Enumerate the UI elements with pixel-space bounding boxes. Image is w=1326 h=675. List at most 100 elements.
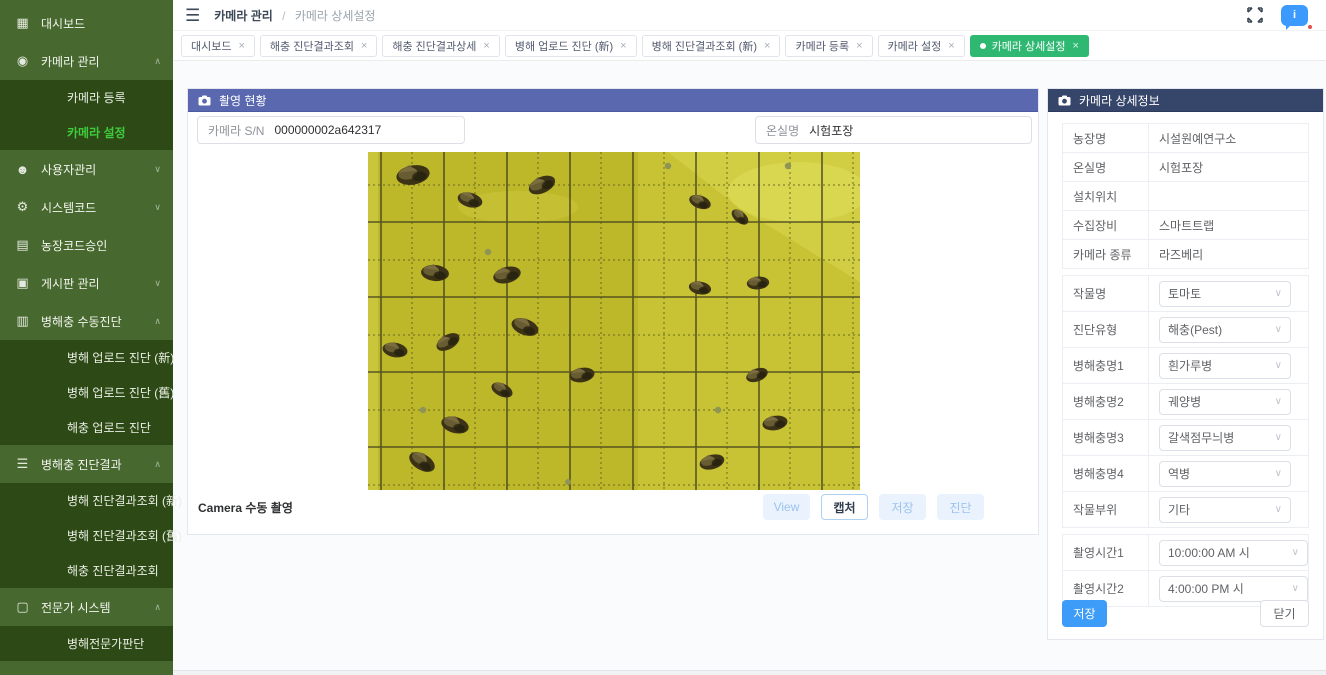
tab-pest-result-detail[interactable]: 해충 진단결과상세 ×: [382, 35, 499, 57]
sidebar-item-label: 시스템코드: [41, 199, 96, 216]
time-select-box[interactable]: 10:00:00 AM 시 ∨: [1159, 540, 1308, 566]
select-label: 병해충명3: [1063, 420, 1149, 455]
button-label: 진단: [949, 499, 971, 516]
menu-icon: ☻: [14, 162, 31, 177]
sidebar-subitem-camera-settings[interactable]: 카메라 설정: [0, 115, 173, 150]
select-box[interactable]: 갈색점무늬병 ∨: [1159, 425, 1291, 451]
fullscreen-icon[interactable]: [1247, 7, 1263, 23]
tab-disease-result-new[interactable]: 병해 진단결과조회 (新) ×: [642, 35, 781, 57]
select-label: 작물부위: [1063, 492, 1149, 527]
tab-disease-upload-new[interactable]: 병해 업로드 진단 (新) ×: [505, 35, 637, 57]
chevron-icon: ∧: [154, 316, 161, 327]
tab-close-icon[interactable]: ×: [856, 40, 862, 52]
select-box[interactable]: 궤양병 ∨: [1159, 389, 1291, 415]
select-label: 진단유형: [1063, 312, 1149, 347]
sidebar-subitem-pest-upload[interactable]: 해충 업로드 진단: [0, 410, 173, 445]
sidebar-item-diagnosis-results[interactable]: ☰ 병해충 진단결과 ∧: [0, 445, 173, 483]
sidebar-subitem-disease-result-old[interactable]: 병해 진단결과조회 (舊): [0, 518, 173, 553]
camera-icon: [198, 95, 211, 106]
tab-camera-register[interactable]: 카메라 등록 ×: [785, 35, 872, 57]
menu-icon: ◉: [14, 53, 31, 69]
tab-camera-detail-settings[interactable]: 카메라 상세설정 ×: [970, 35, 1089, 57]
info-row-camera-type: 카메라 종류 라즈베리: [1063, 240, 1308, 269]
time-select-value: 10:00:00 AM 시: [1168, 544, 1292, 561]
chevron-down-icon: ∨: [1275, 504, 1282, 515]
sidebar-subitem-disease-result-new[interactable]: 병해 진단결과조회 (新): [0, 483, 173, 518]
tab-close-icon[interactable]: ×: [361, 40, 367, 52]
menu-toggle-icon[interactable]: ☰: [185, 7, 200, 24]
select-value: 토마토: [1168, 285, 1275, 302]
camera-sn-label: 카메라 S/N: [198, 122, 274, 139]
chat-notification-icon[interactable]: i: [1281, 5, 1308, 26]
tab-pest-result-list[interactable]: 해충 진단결과조회 ×: [260, 35, 377, 57]
sidebar-item-manual-diagnosis[interactable]: ▥ 병해충 수동진단 ∧: [0, 302, 173, 340]
menu-icon: ▣: [14, 275, 31, 291]
select-value: 해충(Pest): [1168, 321, 1275, 338]
sidebar-item-board-management[interactable]: ▣ 게시판 관리 ∨: [0, 264, 173, 302]
save-button[interactable]: 저장: [1062, 600, 1107, 627]
sidebar-item-farm-code-approval[interactable]: ▤ 농장코드승인: [0, 226, 173, 264]
view-button[interactable]: View: [763, 494, 810, 520]
sidebar-item-user-management[interactable]: ☻ 사용자관리 ∨: [0, 150, 173, 188]
sidebar-item-label: 카메라 등록: [67, 89, 126, 106]
select-label: 병해충명1: [1063, 348, 1149, 383]
tab-close-icon[interactable]: ×: [238, 40, 244, 52]
select-box[interactable]: 토마토 ∨: [1159, 281, 1291, 307]
tab-close-icon[interactable]: ×: [1073, 40, 1079, 52]
sidebar-subitem-pest-result[interactable]: 해충 진단결과조회: [0, 553, 173, 588]
close-button[interactable]: 닫기: [1260, 600, 1309, 627]
sidebar-subitem-disease-upload-new[interactable]: 병해 업로드 진단 (新): [0, 340, 173, 375]
chevron-down-icon: ∨: [1275, 468, 1282, 479]
sidebar-item-system-code[interactable]: ⚙ 시스템코드 ∨: [0, 188, 173, 226]
save-capture-button[interactable]: 저장: [879, 494, 926, 520]
tab-label: 카메라 상세설정: [992, 38, 1066, 54]
select-box[interactable]: 흰가루병 ∨: [1159, 353, 1291, 379]
tab-camera-settings[interactable]: 카메라 설정 ×: [878, 35, 965, 57]
sidebar-item-dashboard[interactable]: ▦ 대시보드: [0, 4, 173, 42]
pest-name4-select-row: 병해충명4 역병 ∨: [1063, 456, 1308, 492]
select-box[interactable]: 역병 ∨: [1159, 461, 1291, 487]
tab-close-icon[interactable]: ×: [948, 40, 954, 52]
tab-close-icon[interactable]: ×: [764, 40, 770, 52]
sidebar-subitem-disease-expert-judge[interactable]: 병해전문가판단: [0, 626, 173, 661]
tab-dashboard[interactable]: 대시보드 ×: [181, 35, 255, 57]
tab-label: 병해 업로드 진단 (新): [515, 38, 613, 54]
select-value: 흰가루병: [1168, 357, 1275, 374]
sidebar-item-label: 카메라 설정: [67, 124, 126, 141]
camera-sn-input[interactable]: [274, 123, 464, 137]
sidebar-item-label: 카메라 관리: [41, 53, 100, 70]
breadcrumb-section[interactable]: 카메라 관리: [214, 9, 273, 23]
sidebar-item-label: 병해충 수동진단: [41, 313, 122, 330]
tab-close-icon[interactable]: ×: [620, 40, 626, 52]
time-select-box[interactable]: 4:00:00 PM 시 ∨: [1159, 576, 1308, 602]
breadcrumb: 카메라 관리 / 카메라 상세설정: [214, 7, 375, 24]
diagnose-button[interactable]: 진단: [937, 494, 984, 520]
sidebar-item-camera-management[interactable]: ◉ 카메라 관리 ∧: [0, 42, 173, 80]
select-label: 병해충명4: [1063, 456, 1149, 491]
select-box[interactable]: 해충(Pest) ∨: [1159, 317, 1291, 343]
chevron-icon: ∨: [154, 202, 161, 213]
tab-close-icon[interactable]: ×: [483, 40, 489, 52]
capture-panel-title: 촬영 현황: [219, 92, 267, 109]
sidebar-item-label: 병해전문가판단: [67, 635, 144, 652]
chevron-icon: ∧: [154, 56, 161, 67]
greenhouse-input[interactable]: [809, 123, 1031, 137]
capture-button[interactable]: 캡처: [821, 494, 868, 520]
trap-photo: [368, 152, 860, 490]
select-box[interactable]: 기타 ∨: [1159, 497, 1291, 523]
sidebar-subitem-camera-register[interactable]: 카메라 등록: [0, 80, 173, 115]
chevron-down-icon: ∨: [1275, 360, 1282, 371]
select-label: 병해충명2: [1063, 384, 1149, 419]
detail-panel-body: 농장명 시설원예연구소 온실명 시험포장 설치위치 수집장비 스마트트랩 카메라…: [1048, 112, 1323, 607]
info-value: 스마트트랩: [1149, 217, 1214, 234]
topbar-actions: i: [1247, 5, 1326, 26]
sidebar-item-expert-system[interactable]: ▢ 전문가 시스템 ∧: [0, 588, 173, 626]
camera-detail-panel: 카메라 상세정보 농장명 시설원예연구소 온실명 시험포장 설치위치 수집장비: [1047, 88, 1324, 640]
time-select-value: 4:00:00 PM 시: [1168, 580, 1292, 597]
sidebar-item-label: 병해 진단결과조회 (舊): [67, 527, 182, 544]
sidebar-subitem-disease-upload-old[interactable]: 병해 업로드 진단 (舊): [0, 375, 173, 410]
tab-label: 대시보드: [191, 38, 231, 54]
select-value: 궤양병: [1168, 393, 1275, 410]
menu-icon: ☰: [14, 456, 31, 472]
breadcrumb-page: 카메라 상세설정: [295, 9, 376, 23]
